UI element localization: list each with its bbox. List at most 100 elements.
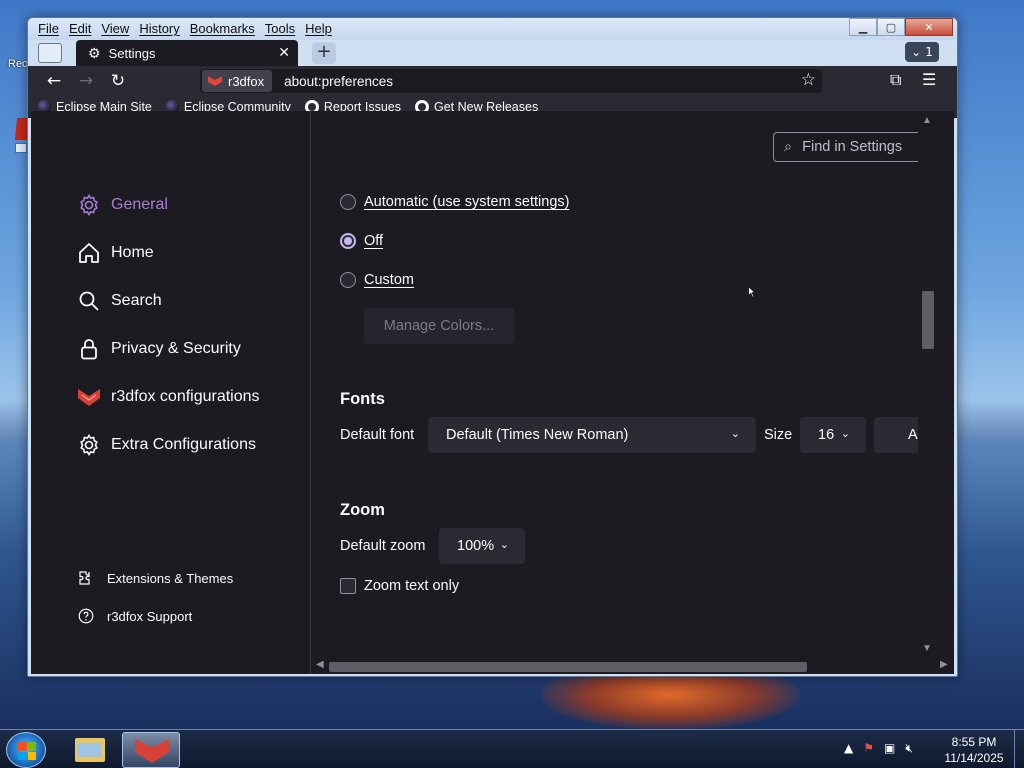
fonts-heading: Fonts <box>340 390 385 408</box>
home-icon <box>79 243 99 263</box>
show-hidden-icons-icon[interactable]: ▲ <box>844 741 853 756</box>
identity-label: r3dfox <box>228 73 265 89</box>
r3dfox-taskbar-button[interactable] <box>122 732 180 768</box>
category-search[interactable]: Search <box>77 289 162 313</box>
category-privacy-security[interactable]: Privacy & Security <box>77 337 241 361</box>
clock-time: 8:55 PM <box>951 735 997 749</box>
search-icon: ⌕ <box>784 139 793 155</box>
firefox-view-button[interactable] <box>38 43 62 63</box>
category-label: Privacy & Security <box>111 340 241 357</box>
forward-button[interactable]: → <box>74 70 98 92</box>
category-general[interactable]: General <box>77 193 168 217</box>
r3dfox-logo-icon <box>135 739 169 763</box>
zoom-heading: Zoom <box>340 501 385 519</box>
footer-link-label: Extensions & Themes <box>107 570 234 586</box>
default-zoom-value: 100% <box>457 538 495 554</box>
vertical-scrollbar[interactable]: ▲ ▼ <box>918 111 936 659</box>
action-center-icon[interactable]: ⚑ <box>863 741 874 756</box>
font-size-value: 16 <box>818 427 835 443</box>
scroll-right-arrow-icon[interactable]: ▶ <box>940 659 948 670</box>
search-placeholder: Find in Settings <box>802 139 903 155</box>
url-text[interactable]: about:preferences <box>284 74 393 89</box>
category-label: r3dfox configurations <box>111 388 260 405</box>
contrast-option-automatic[interactable]: Automatic (use system settings) <box>340 194 570 210</box>
default-font-select[interactable]: Default (Times New Roman) ⌄ <box>428 417 756 453</box>
puzzle-icon <box>79 571 90 585</box>
radio-button[interactable] <box>340 272 356 288</box>
contrast-option-custom[interactable]: Custom <box>340 272 414 288</box>
maximize-button[interactable]: ▢ <box>877 18 905 36</box>
zoom-text-only-checkbox[interactable] <box>340 578 356 594</box>
menu-edit[interactable]: Edit <box>69 21 91 36</box>
gear-icon <box>80 193 98 217</box>
horizontal-scroll-thumb[interactable] <box>329 662 807 672</box>
settings-sidebar: General Home Search Privacy & Security r… <box>31 111 311 674</box>
font-size-select[interactable]: 16 ⌄ <box>800 417 866 453</box>
zoom-text-only-option[interactable]: Zoom text only <box>340 578 459 594</box>
volume-muted-icon[interactable]: 🔇︎ <box>905 741 913 756</box>
clock[interactable]: 8:55 PM 11/14/2025 <box>938 734 1010 766</box>
menu-tools[interactable]: Tools <box>265 21 295 36</box>
radio-label: Custom <box>364 272 414 288</box>
gear-icon <box>80 433 98 457</box>
search-icon <box>79 291 99 311</box>
category-r3dfox-configurations[interactable]: r3dfox configurations <box>77 385 260 409</box>
category-extra-configurations[interactable]: Extra Configurations <box>77 433 256 457</box>
default-font-value: Default (Times New Roman) <box>446 427 629 443</box>
back-button[interactable]: ← <box>42 70 66 92</box>
browser-window: File Edit View History Bookmarks Tools H… <box>27 17 958 677</box>
horizontal-scrollbar[interactable]: ◀ ▶ <box>312 659 954 674</box>
chevron-down-icon: ⌄ <box>911 45 922 59</box>
radio-button[interactable] <box>340 194 356 210</box>
menu-file[interactable]: File <box>38 21 59 36</box>
settings-page: General Home Search Privacy & Security r… <box>31 111 954 674</box>
url-bar[interactable]: r3dfox about:preferences ☆ <box>200 69 822 93</box>
scroll-left-arrow-icon[interactable]: ◀ <box>316 659 324 670</box>
r3dfox-support-link[interactable]: r3dfox Support <box>77 607 192 625</box>
vertical-scroll-thumb[interactable] <box>922 291 934 349</box>
default-zoom-label: Default zoom <box>340 538 426 554</box>
tab-settings[interactable]: ⚙ Settings ✕ <box>76 40 298 66</box>
chevron-down-icon: ⌄ <box>730 428 740 440</box>
default-zoom-select[interactable]: 100% ⌄ <box>439 528 525 564</box>
tab-count: 1 <box>925 45 933 59</box>
menu-view[interactable]: View <box>101 21 129 36</box>
extensions-puzzle-icon[interactable]: ⧉ <box>890 70 901 90</box>
network-icon[interactable]: ▣ <box>884 741 895 756</box>
menu-bookmarks[interactable]: Bookmarks <box>190 21 255 36</box>
menu-history[interactable]: History <box>139 21 179 36</box>
minimize-button[interactable]: ▁ <box>849 18 877 36</box>
footer-link-label: r3dfox Support <box>107 608 193 624</box>
radio-button-selected[interactable] <box>340 233 356 249</box>
show-desktop-button[interactable] <box>1014 730 1024 768</box>
contrast-option-off[interactable]: Off <box>340 233 383 249</box>
taskbar: ▲ ⚑ ▣ 🔇︎ 8:55 PM 11/14/2025 <box>0 729 1024 768</box>
bookmark-star-icon[interactable]: ☆ <box>801 70 816 90</box>
close-tab-icon[interactable]: ✕ <box>278 44 290 61</box>
manage-colors-button[interactable]: Manage Colors... <box>364 308 514 344</box>
default-font-label: Default font <box>340 427 415 443</box>
find-in-settings-input[interactable]: ⌕ Find in Settings <box>773 132 936 162</box>
chevron-down-icon: ⌄ <box>840 428 850 440</box>
mouse-cursor-icon <box>748 286 756 298</box>
close-window-button[interactable]: ✕ <box>905 18 953 36</box>
category-label: Search <box>111 292 162 309</box>
radio-label: Off <box>364 233 384 249</box>
category-home[interactable]: Home <box>77 241 154 265</box>
scroll-up-arrow-icon[interactable]: ▲ <box>922 115 932 126</box>
font-size-label: Size <box>764 427 793 443</box>
hamburger-menu-icon[interactable]: ☰ <box>922 70 936 89</box>
navigation-toolbar: ← → ↻ r3dfox about:preferences ☆ ⧉ ☰ <box>28 66 957 96</box>
reload-button[interactable]: ↻ <box>106 70 130 92</box>
new-tab-button[interactable]: + <box>312 42 336 64</box>
scroll-down-arrow-icon[interactable]: ▼ <box>922 643 932 654</box>
start-button[interactable] <box>6 732 46 768</box>
list-all-tabs-button[interactable]: ⌄ 1 <box>905 42 939 62</box>
file-explorer-taskbar-button[interactable] <box>60 732 118 768</box>
extensions-themes-link[interactable]: Extensions & Themes <box>77 569 233 587</box>
desktop-icon-label: Rec <box>8 58 28 70</box>
system-tray: ▲ ⚑ ▣ 🔇︎ <box>844 741 913 756</box>
category-label: Home <box>111 244 154 261</box>
identity-box[interactable]: r3dfox <box>202 70 273 92</box>
menu-help[interactable]: Help <box>305 21 332 36</box>
